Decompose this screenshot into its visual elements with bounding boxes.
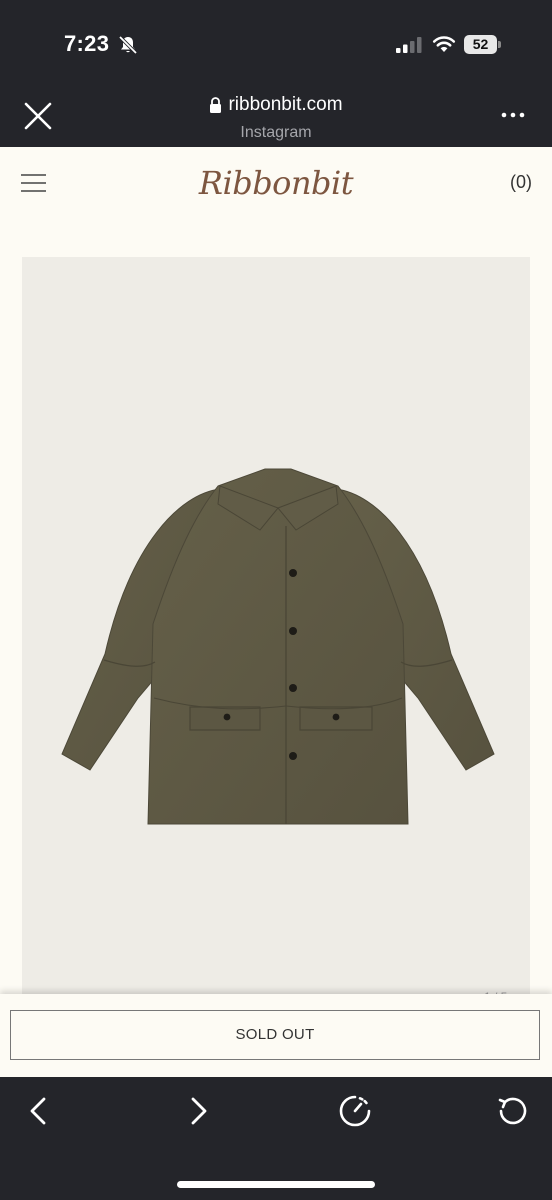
battery-level: 52	[464, 35, 497, 54]
cart-count[interactable]: (0)	[510, 172, 532, 193]
speed-icon[interactable]	[338, 1094, 372, 1128]
wifi-icon	[432, 36, 456, 52]
more-icon[interactable]	[498, 105, 528, 125]
battery-cap	[498, 41, 501, 48]
product-image[interactable]	[22, 257, 530, 997]
hamburger-menu-icon[interactable]	[21, 173, 46, 193]
site-logo[interactable]: Ribbonbit	[196, 157, 356, 209]
cellular-signal-icon	[396, 37, 422, 53]
address-area[interactable]: ribbonbit.com Instagram	[0, 94, 552, 142]
home-indicator	[177, 1181, 375, 1188]
status-time: 7:23	[64, 31, 110, 56]
lock-icon	[210, 97, 222, 113]
battery-icon: 52	[464, 35, 502, 54]
sold-out-button[interactable]: SOLD OUT	[10, 1010, 540, 1060]
product-action-bar: SOLD OUT	[0, 994, 552, 1077]
reload-icon[interactable]	[496, 1094, 530, 1128]
bell-muted-icon	[118, 35, 138, 55]
jacket-illustration	[61, 468, 495, 825]
forward-icon[interactable]	[181, 1094, 215, 1128]
back-icon[interactable]	[22, 1094, 56, 1128]
url-domain: ribbonbit.com	[228, 94, 343, 115]
url-source: Instagram	[240, 124, 312, 141]
